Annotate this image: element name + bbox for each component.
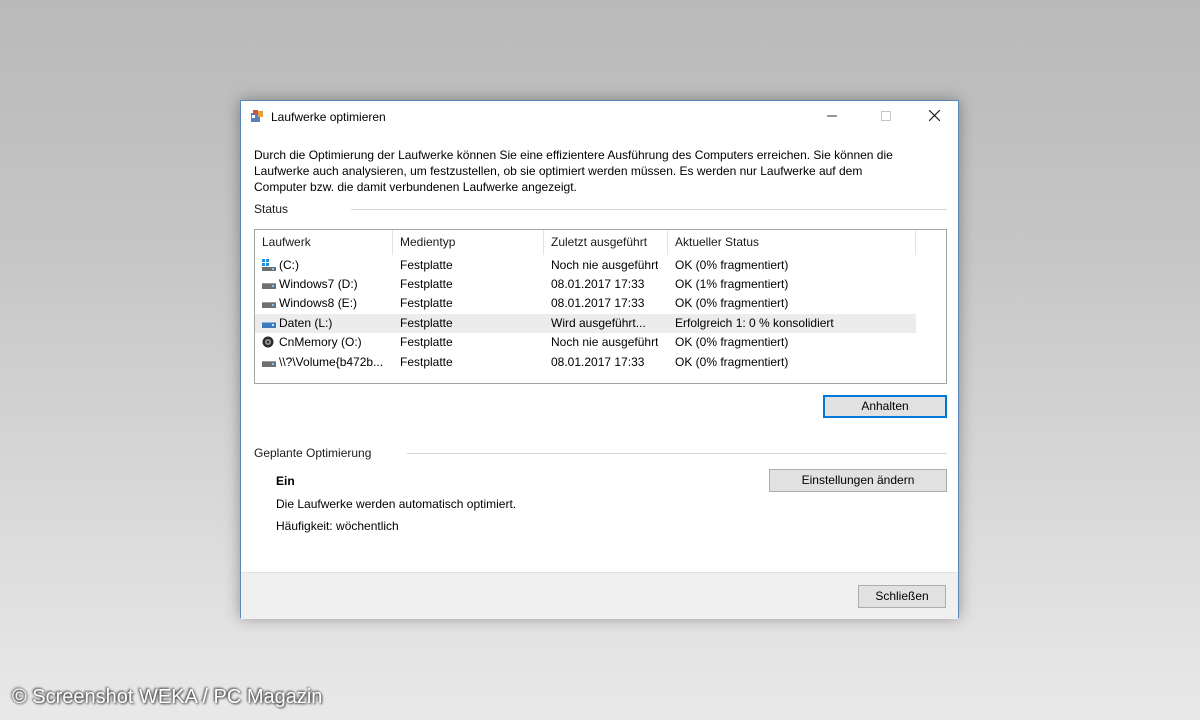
drive-name: Windows8 (E:) bbox=[279, 296, 358, 310]
column-header-current-status[interactable]: Aktueller Status bbox=[668, 230, 916, 255]
drive-status: Erfolgreich 1: 0 % konsolidiert bbox=[675, 316, 834, 330]
drive-last-run: 08.01.2017 17:33 bbox=[551, 355, 645, 369]
drive-status: OK (0% fragmentiert) bbox=[675, 355, 789, 369]
minimize-icon bbox=[827, 115, 837, 117]
schedule-description: Die Laufwerke werden automatisch optimie… bbox=[276, 497, 517, 511]
optimize-drives-window: Laufwerke optimieren Durch die Optimieru… bbox=[240, 100, 959, 619]
drive-status: OK (0% fragmentiert) bbox=[675, 335, 789, 349]
drive-status: OK (0% fragmentiert) bbox=[675, 296, 789, 310]
drive-media-type: Festplatte bbox=[400, 296, 453, 310]
drives-list[interactable]: Laufwerk Medientyp Zuletzt ausgeführt Ak… bbox=[254, 229, 947, 384]
status-divider bbox=[351, 209, 947, 210]
close-button[interactable]: Schließen bbox=[858, 585, 946, 608]
schedule-frequency: Häufigkeit: wöchentlich bbox=[276, 519, 399, 533]
schedule-divider bbox=[407, 453, 947, 454]
copyright-watermark: © Screenshot WEKA / PC Magazin bbox=[12, 686, 323, 708]
window-title: Laufwerke optimieren bbox=[271, 110, 386, 124]
intro-text: Durch die Optimierung der Laufwerke könn… bbox=[254, 148, 893, 194]
drive-last-run: 08.01.2017 17:33 bbox=[551, 277, 645, 291]
scheduled-optimization-label: Geplante Optimierung bbox=[254, 446, 372, 460]
drive-name: (C:) bbox=[279, 258, 299, 272]
close-window-button[interactable] bbox=[911, 101, 957, 132]
drive-media-type: Festplatte bbox=[400, 355, 453, 369]
drive-last-run: Wird ausgeführt... bbox=[551, 316, 646, 330]
maximize-icon bbox=[881, 111, 891, 121]
drive-media-type: Festplatte bbox=[400, 335, 453, 349]
stop-button[interactable]: Anhalten bbox=[823, 395, 947, 418]
hard-drive-icon bbox=[262, 355, 276, 367]
drive-media-type: Festplatte bbox=[400, 316, 453, 330]
drive-status: OK (0% fragmentiert) bbox=[675, 258, 789, 272]
hard-drive-icon bbox=[262, 296, 276, 308]
drive-row-d[interactable]: Windows7 (D:) Festplatte 08.01.2017 17:3… bbox=[255, 275, 916, 294]
windows-drive-icon bbox=[262, 258, 276, 271]
defrag-app-icon bbox=[251, 110, 263, 122]
change-settings-button[interactable]: Einstellungen ändern bbox=[769, 469, 947, 492]
drive-name: \\?\Volume{b472b... bbox=[279, 355, 384, 369]
drive-row-e[interactable]: Windows8 (E:) Festplatte 08.01.2017 17:3… bbox=[255, 294, 916, 313]
drive-name: Windows7 (D:) bbox=[279, 277, 358, 291]
drive-last-run: Noch nie ausgeführt bbox=[551, 258, 659, 272]
drive-row-o[interactable]: CnMemory (O:) Festplatte Noch nie ausgef… bbox=[255, 333, 916, 352]
drive-media-type: Festplatte bbox=[400, 277, 453, 291]
drive-row-l[interactable]: Daten (L:) Festplatte Wird ausgeführt...… bbox=[255, 314, 916, 333]
dialog-footer: Schließen bbox=[241, 572, 958, 619]
drive-row-volume[interactable]: \\?\Volume{b472b... Festplatte 08.01.201… bbox=[255, 353, 916, 372]
maximize-button[interactable] bbox=[863, 101, 909, 132]
close-icon bbox=[928, 109, 940, 122]
drive-last-run: Noch nie ausgeführt bbox=[551, 335, 659, 349]
column-header-last-run[interactable]: Zuletzt ausgeführt bbox=[544, 230, 668, 255]
hard-drive-icon bbox=[262, 316, 276, 328]
hard-drive-icon bbox=[262, 277, 276, 289]
drive-last-run: 08.01.2017 17:33 bbox=[551, 296, 645, 310]
column-header-drive[interactable]: Laufwerk bbox=[255, 230, 393, 255]
drive-name: Daten (L:) bbox=[279, 316, 333, 330]
title-bar[interactable]: Laufwerke optimieren bbox=[241, 101, 958, 132]
drive-row-c[interactable]: (C:) Festplatte Noch nie ausgeführt OK (… bbox=[255, 256, 916, 275]
minimize-button[interactable] bbox=[809, 101, 855, 132]
drive-status: OK (1% fragmentiert) bbox=[675, 277, 789, 291]
drive-name: CnMemory (O:) bbox=[279, 335, 362, 349]
drives-list-header: Laufwerk Medientyp Zuletzt ausgeführt Ak… bbox=[255, 230, 946, 255]
status-section-label: Status bbox=[254, 202, 289, 216]
schedule-state: Ein bbox=[276, 474, 295, 488]
removable-disk-icon bbox=[262, 335, 276, 348]
column-header-media-type[interactable]: Medientyp bbox=[393, 230, 544, 255]
drive-media-type: Festplatte bbox=[400, 258, 453, 272]
